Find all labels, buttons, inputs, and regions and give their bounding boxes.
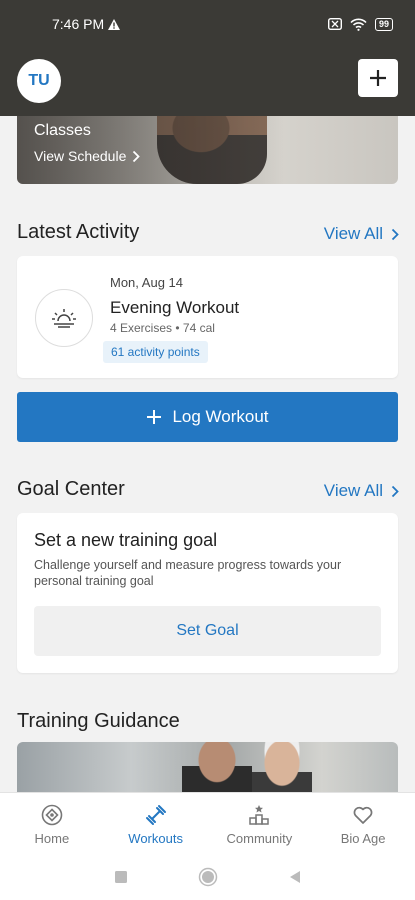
nav-label-bio-age: Bio Age <box>340 831 386 846</box>
back-icon[interactable] <box>288 870 302 884</box>
goal-card: Set a new training goal Challenge yourse… <box>17 513 398 673</box>
add-button[interactable] <box>358 59 398 97</box>
nav-workouts[interactable]: Workouts <box>104 793 208 854</box>
chevron-right-icon <box>391 228 399 240</box>
log-workout-button[interactable]: Log Workout <box>17 392 398 442</box>
view-all-label: View All <box>323 481 383 500</box>
goal-card-description: Challenge yourself and measure progress … <box>34 558 342 588</box>
set-goal-button[interactable]: Set Goal <box>34 606 381 656</box>
activity-points-badge: 61 activity points <box>103 341 208 363</box>
system-nav <box>0 854 415 900</box>
sim-icon <box>327 18 342 30</box>
classes-card[interactable]: Classes View Schedule <box>17 116 398 184</box>
chevron-right-icon <box>391 485 399 497</box>
bottom-nav: Home Workouts Community Bio Age <box>0 792 415 854</box>
avatar[interactable]: TU <box>17 59 61 103</box>
nav-community[interactable]: Community <box>208 793 312 854</box>
status-icons: 99 <box>327 17 393 31</box>
view-schedule-label: View Schedule <box>34 148 127 164</box>
home-icon <box>41 804 63 826</box>
activity-meta: 4 Exercises • 74 cal <box>110 321 215 335</box>
goal-center-title: Goal Center <box>17 478 125 500</box>
activity-card[interactable]: Mon, Aug 14 Evening Workout 4 Exercises … <box>17 256 398 378</box>
battery-icon: 99 <box>374 17 393 31</box>
goal-center-view-all[interactable]: View All <box>324 481 399 501</box>
nav-label-home: Home <box>34 831 70 846</box>
status-bar: 7:46 PM 99 <box>0 0 415 48</box>
classes-title: Classes <box>34 122 91 139</box>
app-header: TU <box>0 48 415 116</box>
activity-date: Mon, Aug 14 <box>110 275 183 290</box>
sunset-icon <box>35 289 93 347</box>
latest-activity-view-all[interactable]: View All <box>324 224 399 244</box>
goal-card-title: Set a new training goal <box>34 530 218 550</box>
heart-icon <box>353 806 373 824</box>
activity-title: Evening Workout <box>110 298 240 317</box>
view-all-label: View All <box>323 224 383 243</box>
nav-label-workouts: Workouts <box>128 831 183 846</box>
status-time: 7:46 PM <box>52 16 105 32</box>
nav-home[interactable]: Home <box>0 793 104 854</box>
plus-icon <box>147 410 162 424</box>
chevron-right-icon <box>133 150 141 162</box>
wifi-icon <box>350 18 367 31</box>
nav-bio-age[interactable]: Bio Age <box>311 793 415 854</box>
recents-icon[interactable] <box>114 870 128 884</box>
training-guidance-title: Training Guidance <box>17 710 180 732</box>
view-schedule-link[interactable]: View Schedule <box>34 148 141 164</box>
status-time-group: 7:46 PM <box>52 16 121 32</box>
nav-label-community: Community <box>226 831 293 846</box>
main-content[interactable]: Classes View Schedule Latest Activity Vi… <box>0 116 415 792</box>
dumbbell-icon <box>145 805 166 825</box>
community-icon <box>249 805 270 825</box>
alert-icon <box>108 18 121 30</box>
plus-icon <box>370 70 386 86</box>
training-guidance-image[interactable] <box>17 742 398 792</box>
home-circle-icon[interactable] <box>198 867 218 887</box>
latest-activity-title: Latest Activity <box>17 221 140 243</box>
log-workout-label: Log Workout <box>172 407 269 426</box>
